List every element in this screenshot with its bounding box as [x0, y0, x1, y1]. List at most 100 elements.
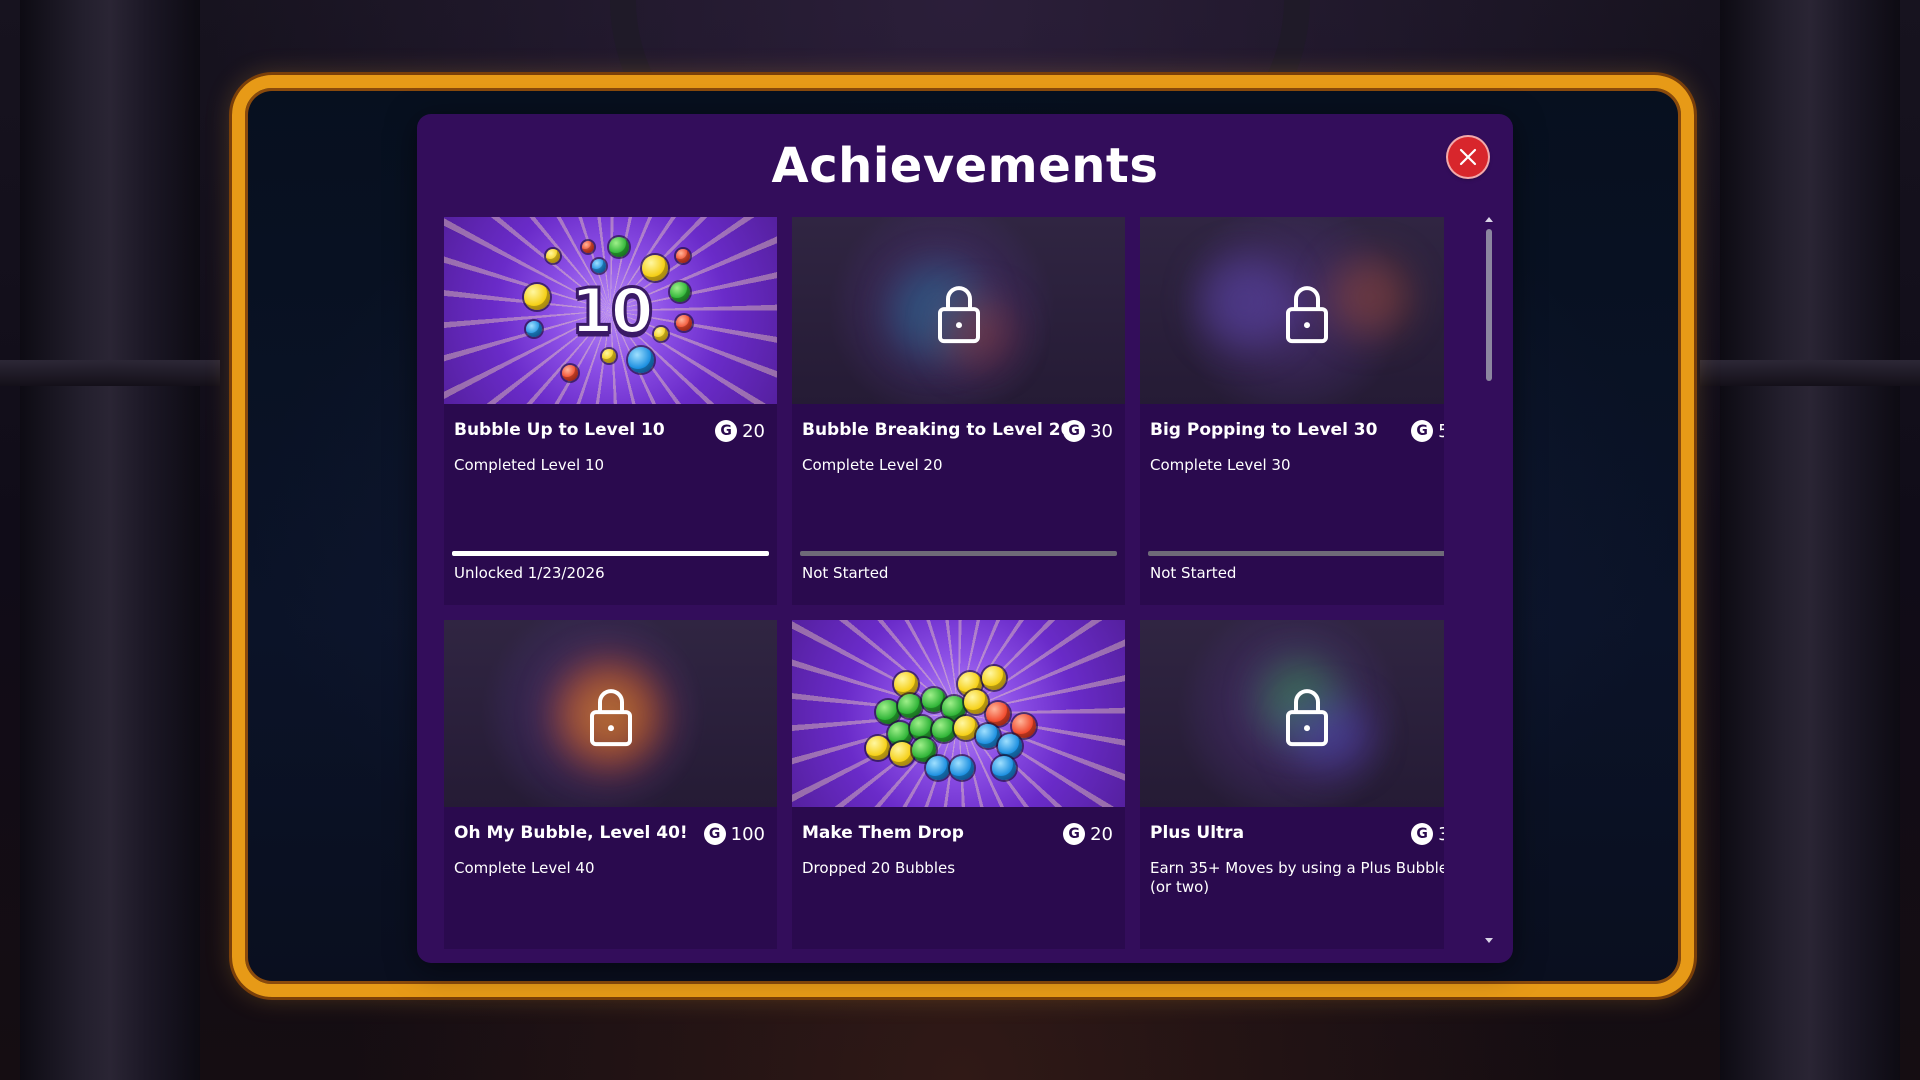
bubble-yellow	[954, 716, 978, 740]
achievement-description: Completed Level 10	[454, 456, 605, 474]
bubble-yellow	[524, 284, 550, 310]
level-number: 10	[569, 273, 655, 349]
progress-fill	[452, 551, 769, 556]
achievement-points: G 100	[703, 823, 765, 845]
progress-bar	[800, 551, 1117, 556]
achievements-scroll-area[interactable]: 10 Bubble Up to Level 10 G 20 Completed …	[444, 217, 1444, 949]
points-value: 30	[1090, 420, 1113, 442]
bubble-red	[676, 315, 692, 331]
scrollbar[interactable]	[1484, 217, 1494, 943]
bubble-green	[876, 700, 900, 724]
bubble-red	[582, 241, 594, 253]
achievements-grid: 10 Bubble Up to Level 10 G 20 Completed …	[444, 217, 1444, 949]
achievement-description: Complete Level 30	[1150, 456, 1291, 474]
g-coin-icon: G	[1411, 420, 1434, 442]
lock-icon	[1285, 285, 1328, 343]
achievement-image-locked	[792, 217, 1125, 404]
achievement-body: Make Them Drop G 20 Dropped 20 Bubbles	[792, 807, 1125, 949]
achievement-card[interactable]: Bubble Breaking to Level 20 G 30 Complet…	[792, 217, 1125, 605]
achievement-card[interactable]: Make Them Drop G 20 Dropped 20 Bubbles	[792, 620, 1125, 949]
achievement-card[interactable]: Big Popping to Level 30 G 50 Complete Le…	[1140, 217, 1444, 605]
achievement-body: Bubble Breaking to Level 20 G 30 Complet…	[792, 404, 1125, 605]
achievement-title: Bubble Breaking to Level 20	[802, 420, 1073, 440]
achievement-status: Not Started	[802, 564, 889, 582]
achievement-image-locked	[1140, 217, 1444, 404]
bubble-yellow	[602, 349, 616, 363]
bubble-green	[898, 694, 922, 718]
bubble-blue	[926, 756, 950, 780]
achievement-title: Oh My Bubble, Level 40!	[454, 823, 688, 843]
bubble-yellow	[894, 672, 918, 696]
achievement-card[interactable]: Plus Ultra G 35 Earn 35+ Moves by using …	[1140, 620, 1444, 949]
bubble-yellow	[982, 666, 1006, 690]
achievement-image-locked	[444, 620, 777, 807]
achievement-card[interactable]: 10 Bubble Up to Level 10 G 20 Completed …	[444, 217, 777, 605]
points-value: 100	[730, 823, 765, 845]
achievement-body: Big Popping to Level 30 G 50 Complete Le…	[1140, 404, 1444, 605]
achievement-title: Make Them Drop	[802, 823, 964, 843]
close-icon	[1459, 148, 1477, 166]
background-pillar-left	[0, 0, 220, 1080]
achievement-body: Oh My Bubble, Level 40! G 100 Complete L…	[444, 807, 777, 949]
bubble-green	[932, 718, 956, 742]
close-button[interactable]	[1448, 137, 1488, 177]
bubble-red	[986, 702, 1010, 726]
g-coin-icon: G	[1411, 823, 1434, 845]
achievement-description: Dropped 20 Bubbles	[802, 859, 956, 877]
g-coin-icon: G	[703, 823, 726, 845]
achievement-status: Not Started	[1150, 564, 1237, 582]
bubble-yellow	[964, 690, 988, 714]
bubble-green	[670, 282, 690, 302]
achievement-points: G 20	[1063, 823, 1113, 845]
bubble-blue	[998, 734, 1022, 758]
achievement-description: Earn 35+ Moves by using a Plus Bubble (o…	[1150, 859, 1444, 896]
achievement-points: G 30	[1063, 420, 1113, 442]
bubble-blue	[592, 259, 606, 273]
blurred-glow	[1330, 257, 1410, 337]
scroll-down-icon[interactable]	[1485, 938, 1493, 943]
bubble-blue	[976, 724, 1000, 748]
bubble-blue	[526, 321, 542, 337]
bubble-yellow	[890, 742, 914, 766]
progress-bar	[1148, 551, 1444, 556]
achievement-card[interactable]: Oh My Bubble, Level 40! G 100 Complete L…	[444, 620, 777, 949]
points-value: 50	[1438, 420, 1444, 442]
g-coin-icon: G	[1063, 420, 1086, 442]
achievement-points: G 35	[1411, 823, 1444, 845]
bubble-red	[562, 365, 578, 381]
achievement-image-bubble-cluster	[792, 620, 1125, 807]
achievement-body: Plus Ultra G 35 Earn 35+ Moves by using …	[1140, 807, 1444, 949]
g-coin-icon: G	[715, 420, 738, 442]
bubble-yellow	[866, 736, 890, 760]
achievement-status: Unlocked 1/23/2026	[454, 564, 605, 582]
bubble-red	[676, 249, 690, 263]
bubble-blue	[628, 347, 654, 373]
modal-title: Achievements	[771, 138, 1159, 194]
achievement-image-level-10: 10	[444, 217, 777, 404]
achievement-title: Bubble Up to Level 10	[454, 420, 665, 440]
scroll-thumb[interactable]	[1486, 229, 1492, 381]
points-value: 20	[742, 420, 765, 442]
achievement-body: Bubble Up to Level 10 G 20 Completed Lev…	[444, 404, 777, 605]
points-value: 35	[1438, 823, 1444, 845]
points-value: 20	[1090, 823, 1113, 845]
scroll-up-icon[interactable]	[1485, 217, 1493, 222]
blurred-glow	[1200, 257, 1290, 347]
achievement-points: G 20	[715, 420, 765, 442]
lock-icon	[1285, 688, 1328, 746]
bubble-yellow	[546, 249, 560, 263]
achievement-title: Big Popping to Level 30	[1150, 420, 1378, 440]
achievement-points: G 50	[1411, 420, 1444, 442]
g-coin-icon: G	[1063, 823, 1086, 845]
bubble-green	[910, 716, 934, 740]
progress-bar	[452, 551, 769, 556]
bubble-yellow	[654, 327, 668, 341]
background-pillar-right	[1700, 0, 1920, 1080]
bubble-blue	[992, 756, 1016, 780]
achievement-description: Complete Level 20	[802, 456, 943, 474]
bubble-green	[609, 237, 629, 257]
achievements-modal: Achievements 10 Bubble Up to Level 10 G …	[417, 114, 1513, 963]
achievement-image-locked	[1140, 620, 1444, 807]
bubble-blue	[950, 756, 974, 780]
achievement-description: Complete Level 40	[454, 859, 595, 877]
